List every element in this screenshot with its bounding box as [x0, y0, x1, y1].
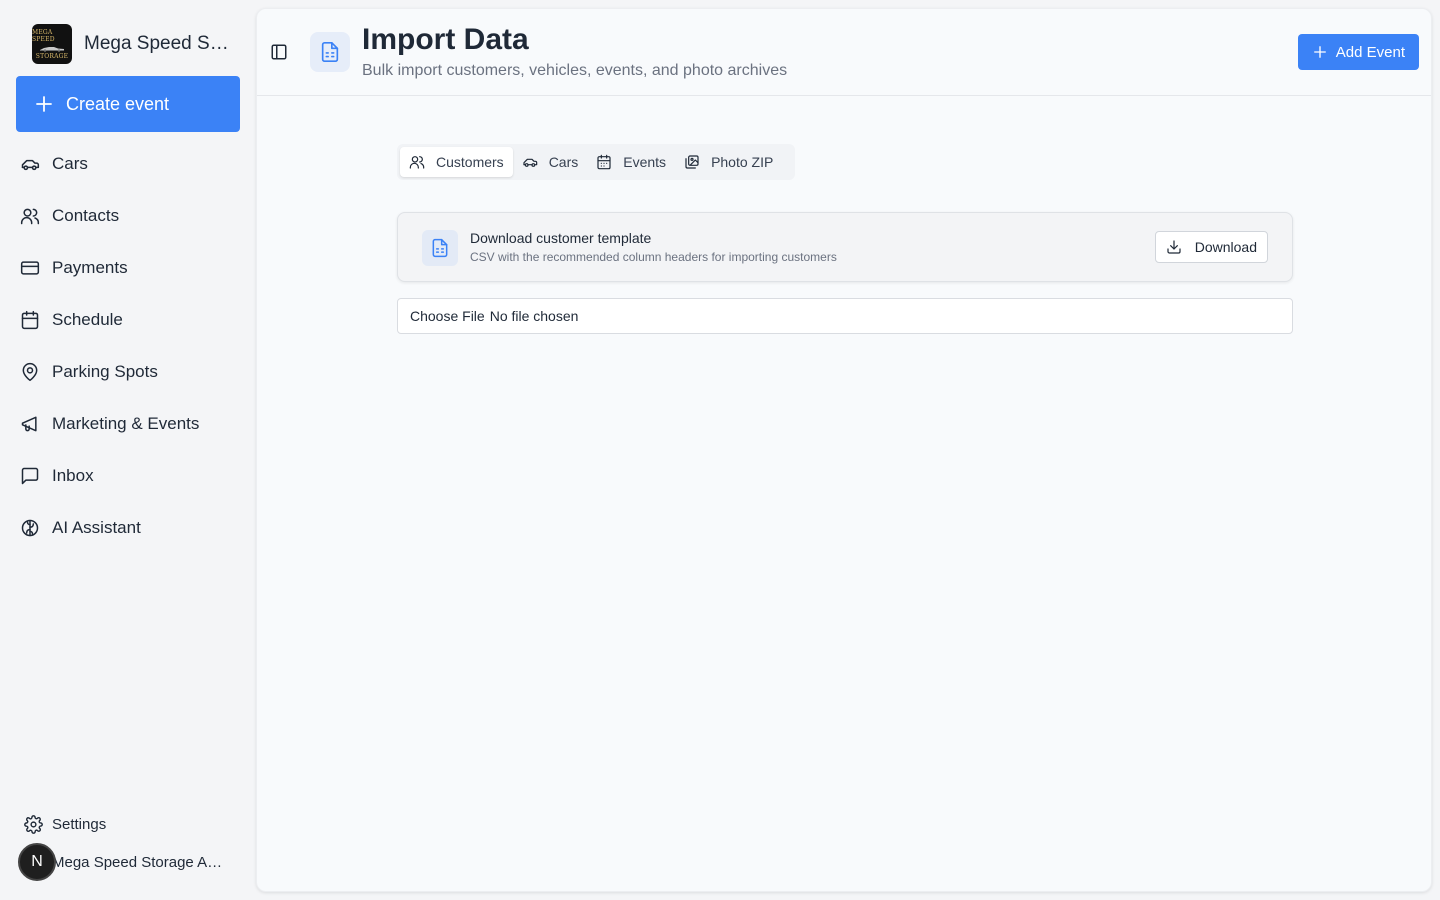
- sidebar-item-schedule[interactable]: Schedule: [0, 294, 256, 346]
- create-event-button[interactable]: Create event: [16, 76, 240, 132]
- page-icon: [310, 32, 350, 72]
- card-icon: [422, 230, 458, 266]
- tab-customers[interactable]: Customers: [400, 147, 513, 177]
- add-event-button[interactable]: Add Event: [1297, 34, 1419, 70]
- template-card: Download customer template CSV with the …: [397, 212, 1293, 282]
- sidebar-item-label: Payments: [52, 258, 128, 277]
- page-title: Import Data: [362, 23, 529, 56]
- tab-label: Events: [623, 154, 667, 170]
- users-icon: [20, 208, 40, 225]
- calendar-icon: [21, 310, 39, 330]
- sidebar-item-inbox[interactable]: Inbox: [0, 450, 256, 502]
- credit-card-icon: [20, 261, 40, 275]
- create-event-label: Create event: [66, 93, 170, 114]
- sidebar-item-label: Parking Spots: [52, 362, 158, 381]
- sidebar-item-cars[interactable]: Cars: [0, 138, 256, 190]
- sidebar-item-label: Schedule: [52, 310, 123, 329]
- tab-cars[interactable]: Cars: [513, 147, 588, 177]
- tab-label: Customers: [436, 154, 504, 170]
- images-icon: [685, 155, 699, 169]
- message-square-icon: [21, 467, 39, 485]
- file-spreadsheet-icon: [321, 42, 339, 62]
- sidebar: MEGA SPEED STORAGE Mega Speed Storage Cr…: [0, 0, 256, 900]
- main-panel: Import Data Bulk import customers, vehic…: [256, 8, 1432, 892]
- sidebar-item-label: Cars: [52, 154, 88, 173]
- page-subtitle: Bulk import customers, vehicles, events,…: [362, 62, 788, 79]
- add-event-label: Add Event: [1335, 43, 1405, 61]
- download-label: Download: [1194, 239, 1257, 255]
- account-name: Mega Speed Storage Admin: [52, 853, 224, 871]
- sidebar-item-contacts[interactable]: Contacts: [0, 190, 256, 242]
- download-icon: [1167, 240, 1181, 254]
- import-tabs: Customers Cars Events Photo ZIP: [397, 144, 795, 180]
- sidebar-item-label: Contacts: [52, 206, 120, 225]
- brain-icon: [21, 519, 39, 537]
- megaphone-icon: [21, 416, 37, 432]
- sidebar-item-marketing-events[interactable]: Marketing & Events: [0, 398, 256, 450]
- plus-icon: [1313, 46, 1326, 58]
- logo-text-top: MEGA SPEED: [32, 28, 55, 43]
- sidebar-nav: Cars Contacts Payments Schedule Parking …: [0, 138, 256, 554]
- car-icon: [523, 158, 537, 167]
- sidebar-item-payments[interactable]: Payments: [0, 242, 256, 294]
- calendar-icon: [597, 154, 611, 170]
- file-input[interactable]: Choose File No file chosen: [397, 298, 1293, 334]
- brand-name: Mega Speed Storage: [84, 33, 230, 54]
- settings-link[interactable]: Settings: [24, 813, 106, 835]
- choose-file-button[interactable]: Choose File: [410, 308, 485, 324]
- tab-label: Photo ZIP: [711, 154, 774, 170]
- page-header: Import Data Bulk import customers, vehic…: [257, 9, 1431, 96]
- avatar[interactable]: N: [18, 843, 56, 881]
- settings-label: Settings: [52, 815, 107, 833]
- card-description: CSV with the recommended column headers …: [470, 250, 837, 264]
- avatar-initial: N: [31, 853, 43, 870]
- download-button[interactable]: Download: [1154, 231, 1268, 263]
- sidebar-item-label: AI Assistant: [52, 518, 141, 537]
- file-status: No file chosen: [489, 308, 579, 324]
- users-icon: [409, 156, 425, 169]
- tab-label: Cars: [548, 154, 579, 170]
- file-spreadsheet-icon: [432, 238, 448, 258]
- brand-logo: MEGA SPEED STORAGE: [32, 24, 72, 64]
- logo-car-icon: [40, 46, 64, 52]
- logo-text-bottom: STORAGE: [35, 52, 69, 60]
- gear-icon: [24, 814, 43, 834]
- sidebar-toggle-icon[interactable]: [270, 43, 288, 61]
- card-title: Download customer template: [470, 230, 652, 246]
- tab-photo-zip[interactable]: Photo ZIP: [675, 147, 782, 177]
- sidebar-item-ai-assistant[interactable]: AI Assistant: [0, 502, 256, 554]
- plus-icon: [36, 96, 52, 112]
- sidebar-item-parking-spots[interactable]: Parking Spots: [0, 346, 256, 398]
- account-menu[interactable]: N Mega Speed Storage Admin: [18, 842, 224, 882]
- brand[interactable]: MEGA SPEED STORAGE Mega Speed Storage: [32, 24, 230, 64]
- sidebar-item-label: Marketing & Events: [52, 414, 200, 433]
- sidebar-item-label: Inbox: [52, 466, 94, 485]
- map-pin-icon: [22, 362, 38, 382]
- car-icon: [21, 159, 40, 171]
- tab-events[interactable]: Events: [587, 147, 675, 177]
